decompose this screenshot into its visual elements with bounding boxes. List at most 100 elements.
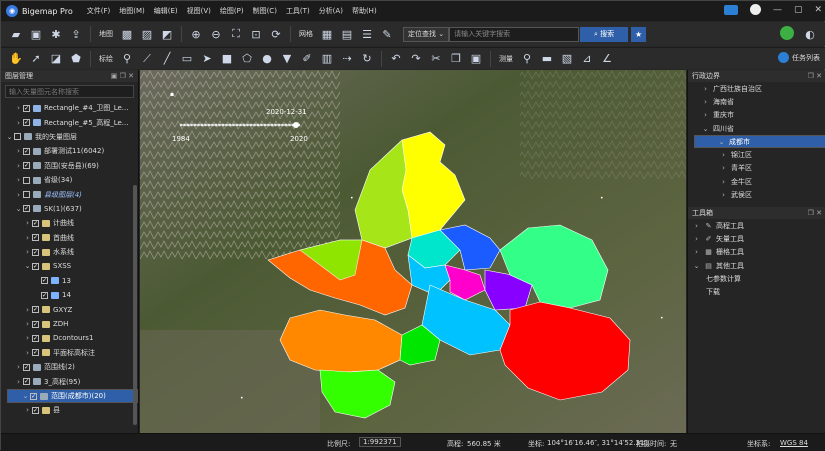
admin-row[interactable]: › 广西壮族自治区	[688, 82, 825, 95]
layer-row[interactable]: › ✓ GXYZ	[1, 302, 138, 316]
layer-checkbox[interactable]	[23, 191, 30, 199]
map-source-label[interactable]: 地图	[99, 29, 113, 39]
freehand-icon[interactable]: ✐	[299, 51, 315, 67]
history-imagery-icon[interactable]: ▨	[139, 26, 155, 42]
admin-row[interactable]: ⌄ 成都市	[694, 135, 825, 149]
menu-help[interactable]: 帮助(H)	[352, 6, 377, 16]
map-svg[interactable]: 2020-12-31 1984 2020 ▪ • • • •	[140, 70, 686, 433]
layer-checkbox[interactable]: ✓	[32, 406, 39, 414]
grid-icon[interactable]: ▦	[319, 26, 335, 42]
layer-checkbox[interactable]: ✓	[32, 234, 39, 242]
rotate-icon[interactable]: ↻	[359, 51, 375, 67]
map-canvas[interactable]: 2020-12-31 1984 2020 ▪ • • • •	[140, 70, 686, 433]
measure-elevation-icon[interactable]: ⊿	[579, 51, 595, 67]
tool-row[interactable]: 下载	[688, 285, 825, 298]
tool-row[interactable]: › ✐ 矢量工具	[688, 232, 825, 245]
layer-row[interactable]: › ✓ Rectangle_#5_高程_Le...	[1, 115, 138, 129]
crs-value[interactable]: WGS 84	[780, 439, 808, 447]
polyline-icon[interactable]: ⟋	[139, 51, 155, 67]
user-avatar[interactable]	[749, 4, 761, 15]
layer-row[interactable]: › ✓ 3_高程(95)	[1, 374, 138, 388]
layer-checkbox[interactable]: ✓	[32, 320, 39, 328]
chevron-down-icon[interactable]: ⌄	[692, 262, 701, 270]
text-tool-icon[interactable]: ▥	[319, 51, 335, 67]
chevron-right-icon[interactable]: ›	[701, 111, 710, 119]
chevron-right-icon[interactable]: ›	[14, 147, 23, 155]
layer-checkbox[interactable]	[14, 133, 21, 141]
chevron-right-icon[interactable]: ›	[23, 248, 32, 256]
search-input[interactable]: 请输入关键字搜索	[449, 26, 580, 42]
layer-row[interactable]: ⌄ ✓ SXSS	[1, 259, 138, 273]
chevron-right-icon[interactable]: ›	[14, 119, 23, 127]
locate-mode-select[interactable]: 定位查找 ⌄	[403, 26, 450, 42]
chevron-down-icon[interactable]: ⌄	[21, 392, 30, 400]
timeline-handle[interactable]	[293, 122, 299, 128]
chevron-right-icon[interactable]: ›	[719, 164, 728, 172]
layer-row[interactable]: › ✓ Dcontours1	[1, 331, 138, 345]
line-icon[interactable]: ╱	[159, 51, 175, 67]
chevron-right-icon[interactable]: ›	[692, 235, 701, 243]
globe-icon[interactable]: ◐	[802, 26, 818, 42]
pentagon-tool-icon[interactable]: ⬠	[239, 51, 255, 67]
admin-row[interactable]: › 金牛区	[688, 175, 825, 188]
paste-icon[interactable]: ▣	[468, 51, 484, 67]
open-folder-icon[interactable]: ▰	[8, 26, 24, 42]
measure-point-icon[interactable]: ⚲	[519, 51, 535, 67]
tool-row[interactable]: › ▦ 栅格工具	[688, 246, 825, 259]
layer-checkbox[interactable]	[23, 176, 30, 184]
close-icon[interactable]: ✕	[814, 5, 822, 15]
layer-row[interactable]: › ✓ Rectangle_#4_卫图_Le...	[1, 101, 138, 115]
layer-checkbox[interactable]: ✓	[23, 162, 30, 170]
chevron-right-icon[interactable]: ›	[719, 151, 728, 159]
menu-analysis[interactable]: 分析(A)	[319, 6, 343, 16]
layer-checkbox[interactable]: ✓	[32, 306, 39, 314]
menu-map[interactable]: 地图(M)	[119, 6, 145, 16]
layer-row[interactable]: › ✓ ZDH	[1, 317, 138, 331]
admin-panel-controls[interactable]: ❐ ✕	[808, 72, 822, 80]
tools-panel-controls[interactable]: ❐ ✕	[808, 209, 822, 217]
copy-icon[interactable]: ❐	[448, 51, 464, 67]
chevron-right-icon[interactable]: ›	[14, 378, 23, 386]
layer-checkbox[interactable]: ✓	[23, 205, 30, 213]
layer-row[interactable]: ✓ 14	[1, 288, 138, 302]
layer-checkbox[interactable]: ✓	[32, 334, 39, 342]
scale-value[interactable]: 1:992371	[359, 437, 401, 447]
layer-checkbox[interactable]: ✓	[32, 219, 39, 227]
chevron-right-icon[interactable]: ›	[23, 320, 32, 328]
admin-row[interactable]: ⌄ 四川省	[688, 122, 825, 135]
layer-row[interactable]: › ✓ 水系线	[1, 245, 138, 259]
arrow-tool-icon[interactable]: ➤	[199, 51, 215, 67]
layer-row[interactable]: › 省级(34)	[1, 173, 138, 187]
chevron-down-icon[interactable]: ⌄	[14, 205, 23, 213]
measure-distance-icon[interactable]: ▬	[539, 51, 555, 67]
admin-row[interactable]: › 重庆市	[688, 109, 825, 122]
select-arrow-icon[interactable]: ➚	[28, 51, 44, 67]
layer-row[interactable]: › ✓ 范围线(2)	[1, 360, 138, 374]
chevron-right-icon[interactable]: ›	[719, 191, 728, 199]
layer-checkbox[interactable]: ✓	[32, 349, 39, 357]
move-icon[interactable]: ⇢	[339, 51, 355, 67]
layer-row[interactable]: ⌄ ✓ SK(1)(637)	[1, 202, 138, 216]
tool-row[interactable]: 七参数计算	[688, 272, 825, 285]
undo-icon[interactable]: ↶	[388, 51, 404, 67]
chevron-right-icon[interactable]: ›	[23, 234, 32, 242]
layer-checkbox[interactable]: ✓	[41, 277, 48, 285]
layer-checkbox[interactable]: ✓	[23, 104, 30, 112]
chat-icon[interactable]	[723, 4, 738, 15]
menu-edit[interactable]: 编辑(E)	[154, 6, 178, 16]
chevron-down-icon[interactable]: ⌄	[701, 125, 710, 133]
redo-icon[interactable]: ↷	[408, 51, 424, 67]
chevron-down-icon[interactable]: ⌄	[5, 133, 14, 141]
layer-row[interactable]: › ✓ 县	[1, 403, 138, 417]
favorite-icon[interactable]: ★	[631, 26, 647, 42]
layer-row[interactable]: › ✓ 范围(安岳县)(69)	[1, 159, 138, 173]
minimize-icon[interactable]: —	[773, 5, 782, 15]
chevron-right-icon[interactable]: ›	[701, 85, 710, 93]
layer-row[interactable]: ⌄ ✓ 范围(成都市)(20)	[7, 388, 138, 404]
layer-row[interactable]: ✓ 13	[1, 274, 138, 288]
panel-controls[interactable]: ▣ ❐ ✕	[111, 72, 134, 80]
menu-file[interactable]: 文件(F)	[87, 6, 111, 16]
brush-icon[interactable]: ✎	[379, 26, 395, 42]
chevron-right-icon[interactable]: ›	[23, 306, 32, 314]
share-icon[interactable]: ⇪	[68, 26, 84, 42]
